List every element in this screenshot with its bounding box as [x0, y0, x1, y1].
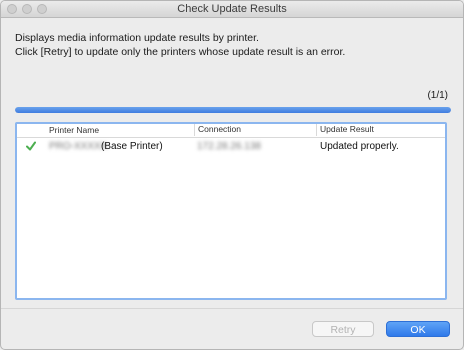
printer-name-suffix: (Base Printer) [101, 141, 163, 152]
description: Displays media information update result… [15, 31, 345, 59]
table-header: Printer Name Connection Update Result [17, 124, 445, 138]
column-header-printer-name[interactable]: Printer Name [49, 125, 99, 137]
progress-counter: (1/1) [427, 90, 448, 101]
description-line-1: Displays media information update result… [15, 32, 259, 44]
progress-bar [15, 107, 451, 113]
footer-divider [1, 308, 463, 309]
title-bar: Check Update Results [1, 1, 463, 18]
printer-name-redacted: PRO-XXXXX [49, 141, 108, 152]
column-header-connection[interactable]: Connection [194, 124, 241, 136]
ok-button[interactable]: OK [386, 321, 450, 337]
table-row[interactable]: PRO-XXXXX (Base Printer) 172.28.26.138 U… [17, 140, 445, 154]
description-line-2: Click [Retry] to update only the printer… [15, 46, 346, 58]
connection-redacted: 172.28.26.138 [197, 141, 261, 152]
update-result: Updated properly. [320, 141, 399, 152]
progress-bar-fill [15, 107, 451, 113]
column-header-update-result[interactable]: Update Result [316, 124, 374, 136]
window-title: Check Update Results [177, 3, 287, 15]
dialog-window: Check Update Results Displays media info… [0, 0, 464, 350]
results-table[interactable]: Printer Name Connection Update Result PR… [15, 122, 447, 300]
retry-button[interactable]: Retry [312, 321, 374, 337]
checkmark-icon [26, 141, 36, 151]
